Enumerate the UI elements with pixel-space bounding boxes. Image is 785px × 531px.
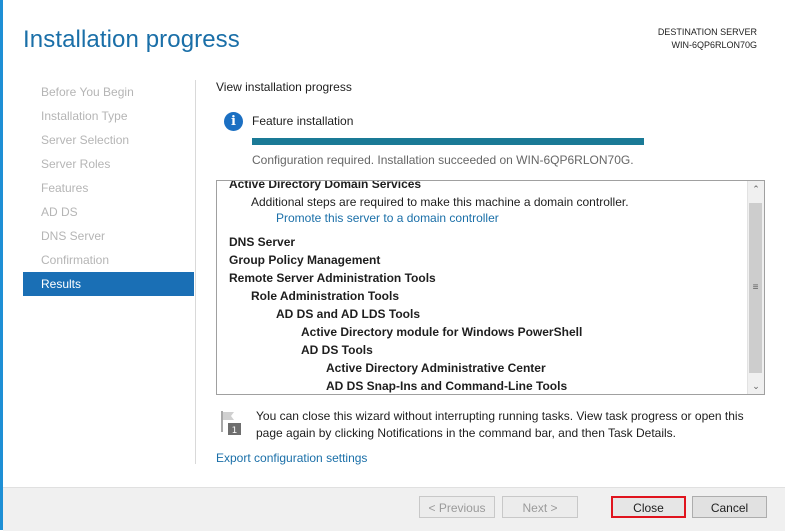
nav-item-ad-ds[interactable]: AD DS (23, 200, 194, 224)
result-item: AD DS and AD LDS Tools (276, 307, 420, 321)
scroll-thumb[interactable]: ≡ (749, 203, 762, 373)
results-list[interactable]: Active Directory Domain Services Addition… (216, 180, 765, 395)
scroll-up-icon[interactable]: ⌃ (748, 181, 764, 197)
scroll-down-icon[interactable]: ⌄ (748, 378, 764, 394)
close-wizard-notice: You can close this wizard without interr… (256, 409, 744, 440)
nav-item-confirmation[interactable]: Confirmation (23, 248, 194, 272)
destination-server-name: WIN-6QP6RLON70G (671, 40, 757, 50)
close-button-label: Close (633, 501, 664, 515)
nav-divider (195, 80, 196, 464)
promote-domain-controller-link[interactable]: Promote this server to a domain controll… (217, 209, 748, 233)
installation-progress-bar (252, 138, 644, 145)
nav-item-results[interactable]: Results (23, 272, 194, 296)
feature-installation-label: Feature installation (252, 114, 354, 128)
destination-server-info: DESTINATION SERVER WIN-6QP6RLON70G (658, 26, 757, 52)
result-item: Active Directory module for Windows Powe… (301, 325, 583, 339)
nav-item-server-selection[interactable]: Server Selection (23, 128, 194, 152)
result-item: AD DS Tools (301, 343, 373, 357)
info-icon: i (224, 112, 243, 131)
page-title: Installation progress (23, 26, 240, 53)
export-configuration-link[interactable]: Export configuration settings (216, 451, 367, 465)
results-content: Active Directory Domain Services Addition… (217, 180, 748, 394)
notification-flag-icon: 1 (221, 411, 241, 436)
result-item: DNS Server (229, 235, 296, 249)
nav-item-features[interactable]: Features (23, 176, 194, 200)
results-scrollbar[interactable]: ⌃ ≡ ⌄ (747, 181, 764, 394)
result-item: Active Directory Domain Services (229, 180, 422, 191)
next-button[interactable]: Next > (502, 496, 578, 518)
result-item: Active Directory Administrative Center (326, 361, 546, 375)
result-item: Remote Server Administration Tools (229, 271, 436, 285)
cancel-button[interactable]: Cancel (692, 496, 767, 518)
nav-item-server-roles[interactable]: Server Roles (23, 152, 194, 176)
section-heading: View installation progress (216, 80, 352, 94)
wizard-nav: Before You Begin Installation Type Serve… (23, 80, 194, 296)
window-frame-edge (0, 0, 3, 530)
nav-item-before-you-begin[interactable]: Before You Begin (23, 80, 194, 104)
progress-fill (252, 138, 644, 145)
notification-badge-count: 1 (232, 426, 238, 436)
nav-item-installation-type[interactable]: Installation Type (23, 104, 194, 128)
nav-item-dns-server[interactable]: DNS Server (23, 224, 194, 248)
result-item: Role Administration Tools (251, 289, 400, 303)
result-item: Group Policy Management (229, 253, 381, 267)
close-button[interactable]: Close (611, 496, 686, 518)
status-text: Configuration required. Installation suc… (252, 153, 634, 167)
destination-label: DESTINATION SERVER (657, 27, 757, 37)
result-item: AD DS Snap-Ins and Command-Line Tools (326, 379, 568, 393)
previous-button[interactable]: < Previous (419, 496, 495, 518)
result-item: Additional steps are required to make th… (251, 195, 629, 209)
